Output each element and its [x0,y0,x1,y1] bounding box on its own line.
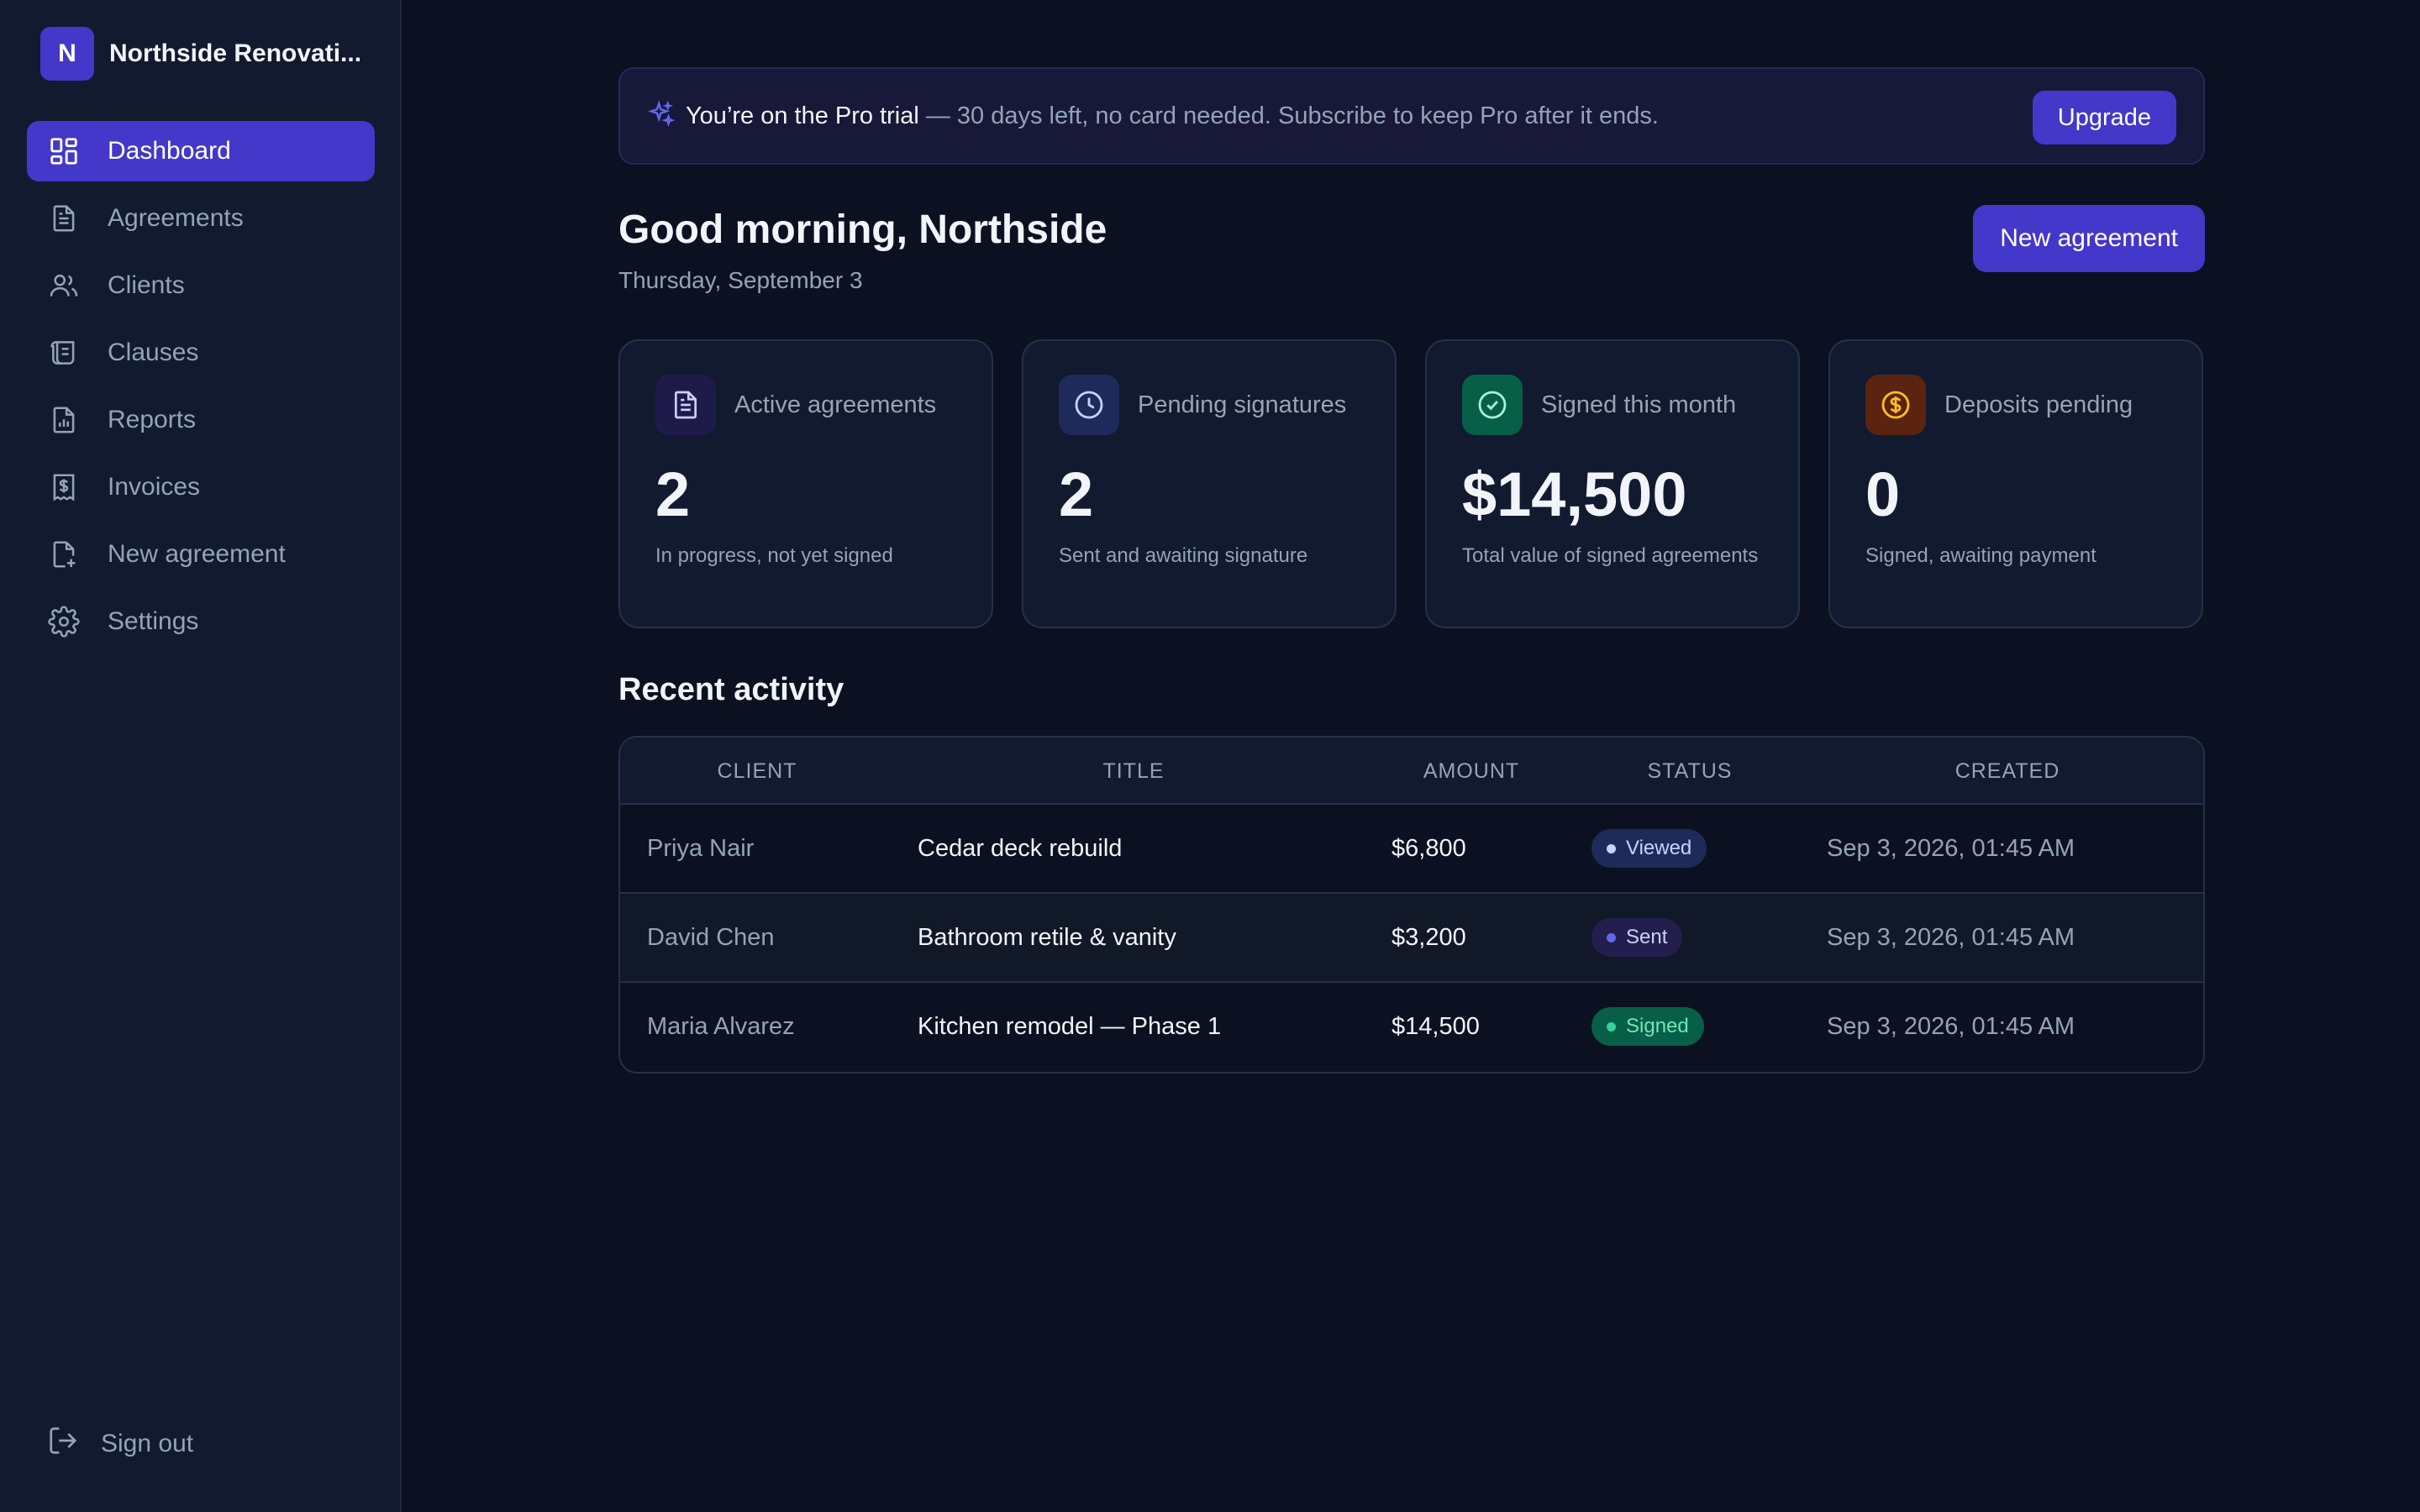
sidebar-item-new-agreement[interactable]: New agreement [27,524,375,585]
agreement-amount: $3,200 [1392,923,1466,951]
brand-logo: N [40,27,94,81]
table-row[interactable]: David Chen Bathroom retile & vanity $3,2… [620,894,2203,983]
table-header: CLIENT TITLE AMOUNT STATUS CREATED [620,738,2203,805]
agreement-amount: $14,500 [1392,1012,1480,1040]
main-content: You’re on the Pro trial — 30 days left, … [618,67,2205,1074]
gear-icon [47,605,81,638]
check-circle-icon [1462,375,1523,435]
sidebar-item-label: Reports [108,406,197,433]
users-icon [47,269,81,302]
file-plus-icon [47,538,81,571]
brand-name: Northside Renovati... [109,39,362,67]
sidebar-item-invoices[interactable]: Invoices [27,457,375,517]
column-header-status[interactable]: STATUS [1570,738,1810,805]
sidebar-item-reports[interactable]: Reports [27,390,375,450]
status-cell: Signed [1591,983,1704,1070]
stat-card-pending-signatures: Pending signatures 2 Sent and awaiting s… [1022,339,1397,628]
stat-card-active-agreements: Active agreements 2 In progress, not yet… [618,339,993,628]
sidebar-item-label: New agreement [108,540,286,568]
sign-out-button[interactable]: Sign out [47,1425,193,1463]
new-agreement-button[interactable]: New agreement [1973,205,2205,272]
status-cell: Viewed [1591,805,1707,892]
status-badge: Viewed [1591,829,1707,868]
stat-card-deposits-pending: Deposits pending 0 Signed, awaiting paym… [1828,339,2203,628]
stat-card-value: 2 [1059,459,1094,529]
stat-card-title: Pending signatures [1138,391,1347,418]
column-header-client[interactable]: CLIENT [620,738,894,805]
dollar-icon [1865,375,1926,435]
stat-card-value: 0 [1865,459,1901,529]
client-name: David Chen [647,923,775,951]
status-badge: Signed [1591,1007,1704,1046]
agreement-title[interactable]: Kitchen remodel — Phase 1 [918,983,1221,1070]
client-name: Maria Alvarez [647,1012,795,1040]
receipt-icon [47,470,81,504]
stat-card-title: Signed this month [1541,391,1737,418]
stat-card-value: $14,500 [1462,459,1687,529]
stat-card-subtitle: Total value of signed agreements [1462,544,1759,567]
scroll-icon [47,336,81,370]
stats-cards: Active agreements 2 In progress, not yet… [618,339,2205,628]
sidebar-item-label: Clients [108,271,185,299]
recent-activity-table: CLIENT TITLE AMOUNT STATUS CREATED Priya… [618,736,2205,1074]
agreement-title[interactable]: Cedar deck rebuild [918,805,1122,892]
client-name: Priya Nair [647,834,755,862]
column-header-created[interactable]: CREATED [1810,738,2203,805]
clock-icon [1059,375,1119,435]
stat-card-subtitle: Signed, awaiting payment [1865,544,2096,567]
document-icon [47,202,81,235]
status-label: Sent [1626,926,1668,948]
status-label: Signed [1626,1015,1689,1037]
agreement-title[interactable]: Bathroom retile & vanity [918,894,1176,981]
stat-card-signed-this-month: Signed this month $14,500 Total value of… [1425,339,1800,628]
page-title: Good morning, Northside [618,207,1107,252]
sidebar-item-label: Invoices [108,473,201,501]
sidebar-item-label: Agreements [108,204,244,232]
table-row[interactable]: Priya Nair Cedar deck rebuild $6,800 Vie… [620,805,2203,894]
sidebar-item-label: Clauses [108,339,199,366]
report-icon [47,403,81,437]
document-icon [655,375,716,435]
status-dot [1607,932,1616,942]
stat-card-value: 2 [655,459,691,529]
column-header-title[interactable]: TITLE [894,738,1373,805]
trial-banner: You’re on the Pro trial — 30 days left, … [618,67,2205,165]
brand[interactable]: N Northside Renovati... [40,27,361,81]
table-row[interactable]: Maria Alvarez Kitchen remodel — Phase 1 … [620,983,2203,1072]
stat-card-title: Deposits pending [1944,391,2133,418]
status-dot [1607,843,1616,853]
sidebar-nav: Dashboard Agreements Clients Clauses Rep… [27,121,375,659]
sidebar-item-settings[interactable]: Settings [27,591,375,652]
trial-message: — 30 days left, no card needed. Subscrib… [925,102,1659,129]
sidebar-item-label: Dashboard [108,137,231,165]
sidebar-item-label: Settings [108,607,199,635]
status-cell: Sent [1591,894,1683,981]
status-badge: Sent [1591,918,1683,957]
created-date: Sep 3, 2026, 01:45 AM [1827,834,2075,862]
dashboard-icon [47,134,81,168]
sign-out-label: Sign out [101,1430,194,1457]
upgrade-button[interactable]: Upgrade [2032,91,2176,144]
recent-activity-title: Recent activity [618,672,844,707]
stat-card-subtitle: Sent and awaiting signature [1059,544,1308,567]
stat-card-title: Active agreements [734,391,937,418]
agreement-amount: $6,800 [1392,834,1466,862]
sidebar-item-clients[interactable]: Clients [27,255,375,316]
stat-card-subtitle: In progress, not yet signed [655,544,893,567]
status-dot [1607,1021,1616,1032]
sidebar: N Northside Renovati... Dashboard Agreem… [0,0,402,1512]
sign-out-icon [47,1425,79,1463]
sparkles-icon [647,99,676,133]
column-header-amount[interactable]: AMOUNT [1373,738,1570,805]
sidebar-item-dashboard[interactable]: Dashboard [27,121,375,181]
sidebar-item-clauses[interactable]: Clauses [27,323,375,383]
created-date: Sep 3, 2026, 01:45 AM [1827,1012,2075,1040]
trial-title: You’re on the Pro trial [686,102,919,129]
created-date: Sep 3, 2026, 01:45 AM [1827,923,2075,951]
page-date: Thursday, September 3 [618,267,863,293]
status-label: Viewed [1626,837,1692,859]
sidebar-item-agreements[interactable]: Agreements [27,188,375,249]
